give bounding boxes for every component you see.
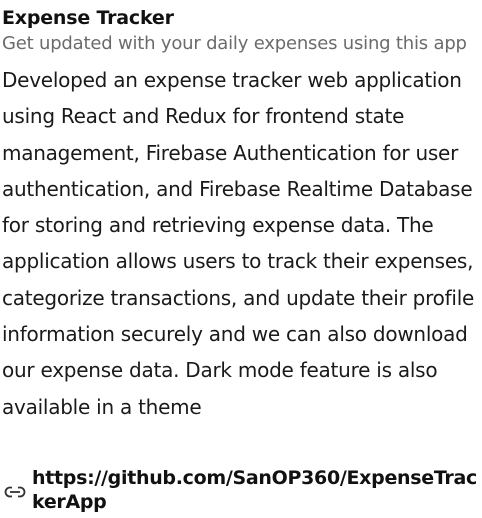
project-description: Developed an expense tracker web applica…	[2, 68, 475, 419]
github-link[interactable]: https://github.com/SanOP360/ExpenseTrack…	[32, 466, 480, 514]
project-card: Expense Tracker Get updated with your da…	[0, 0, 482, 518]
project-subtitle: Get updated with your daily expenses usi…	[2, 33, 467, 54]
project-link-row[interactable]: https://github.com/SanOP360/ExpenseTrack…	[4, 466, 480, 514]
project-title: Expense Tracker	[2, 7, 174, 29]
link-icon	[4, 484, 26, 498]
